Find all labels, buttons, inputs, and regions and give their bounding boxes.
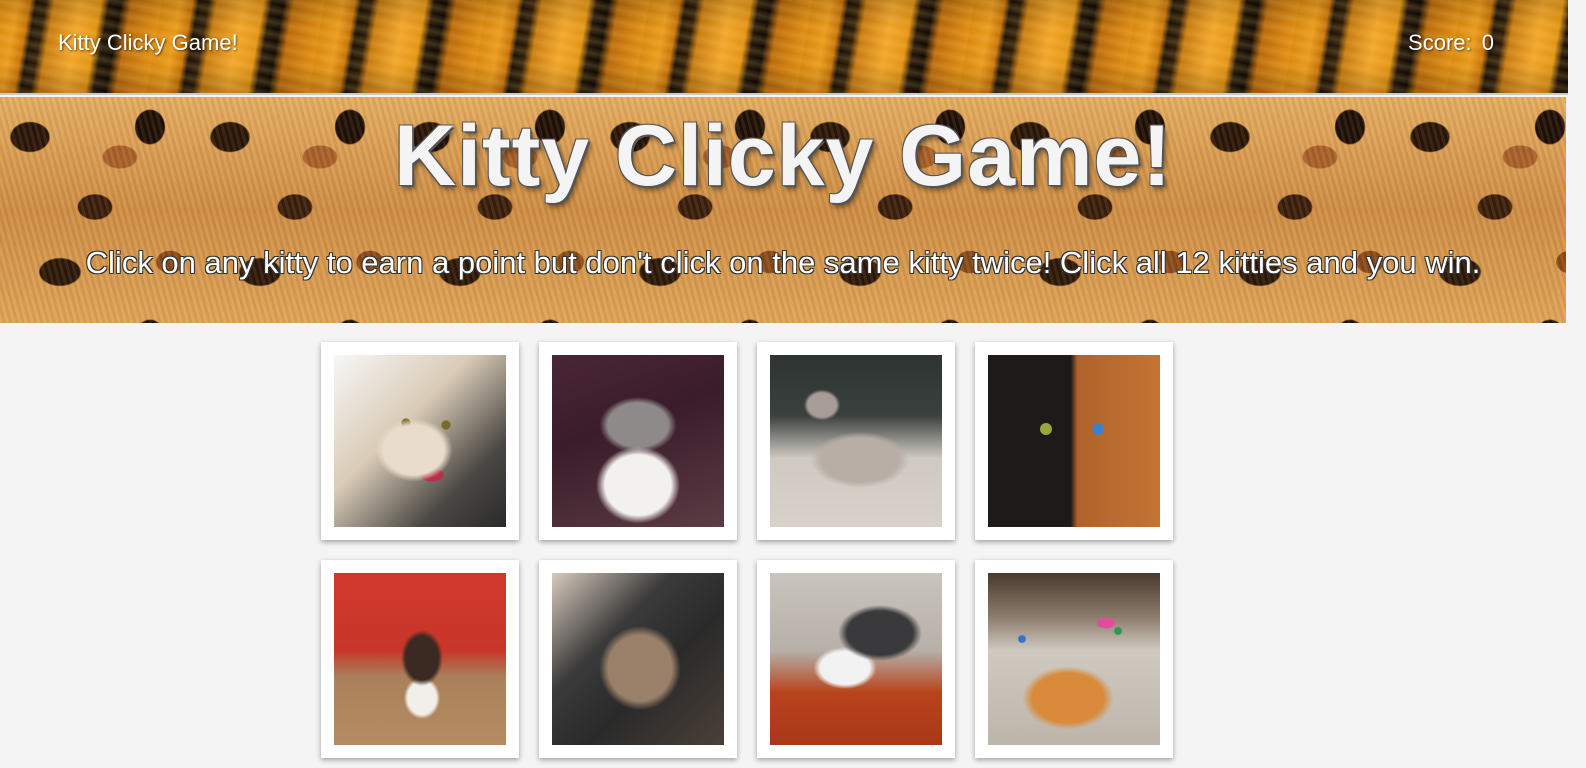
kitty-card-7[interactable] <box>757 560 955 758</box>
kitty-card-2[interactable] <box>539 342 737 540</box>
kitty-image[interactable] <box>552 355 724 527</box>
kitty-image[interactable] <box>552 573 724 745</box>
kitty-image[interactable] <box>334 573 506 745</box>
kitty-card-4[interactable] <box>975 342 1173 540</box>
score-label: Score: <box>1408 30 1472 55</box>
navbar-brand[interactable]: Kitty Clicky Game! <box>58 30 238 56</box>
kitty-image[interactable] <box>770 573 942 745</box>
score-value: 0 <box>1481 30 1494 55</box>
kitty-card-8[interactable] <box>975 560 1173 758</box>
navbar: Kitty Clicky Game! Score: 0 <box>0 0 1568 95</box>
kitty-image[interactable] <box>988 355 1160 527</box>
kitty-card-1[interactable] <box>321 342 519 540</box>
kitty-card-5[interactable] <box>321 560 519 758</box>
hero-title: Kitty Clicky Game! <box>394 108 1172 204</box>
kitty-grid <box>321 342 1191 758</box>
kitty-card-6[interactable] <box>539 560 737 758</box>
score-display: Score: 0 <box>1408 30 1494 56</box>
kitty-card-3[interactable] <box>757 342 955 540</box>
kitty-image[interactable] <box>988 573 1160 745</box>
kitty-image[interactable] <box>334 355 506 527</box>
hero-instructions: Click on any kitty to earn a point but d… <box>85 245 1481 280</box>
hero-header: Kitty Clicky Game! Click on any kitty to… <box>0 97 1566 323</box>
kitty-image[interactable] <box>770 355 942 527</box>
